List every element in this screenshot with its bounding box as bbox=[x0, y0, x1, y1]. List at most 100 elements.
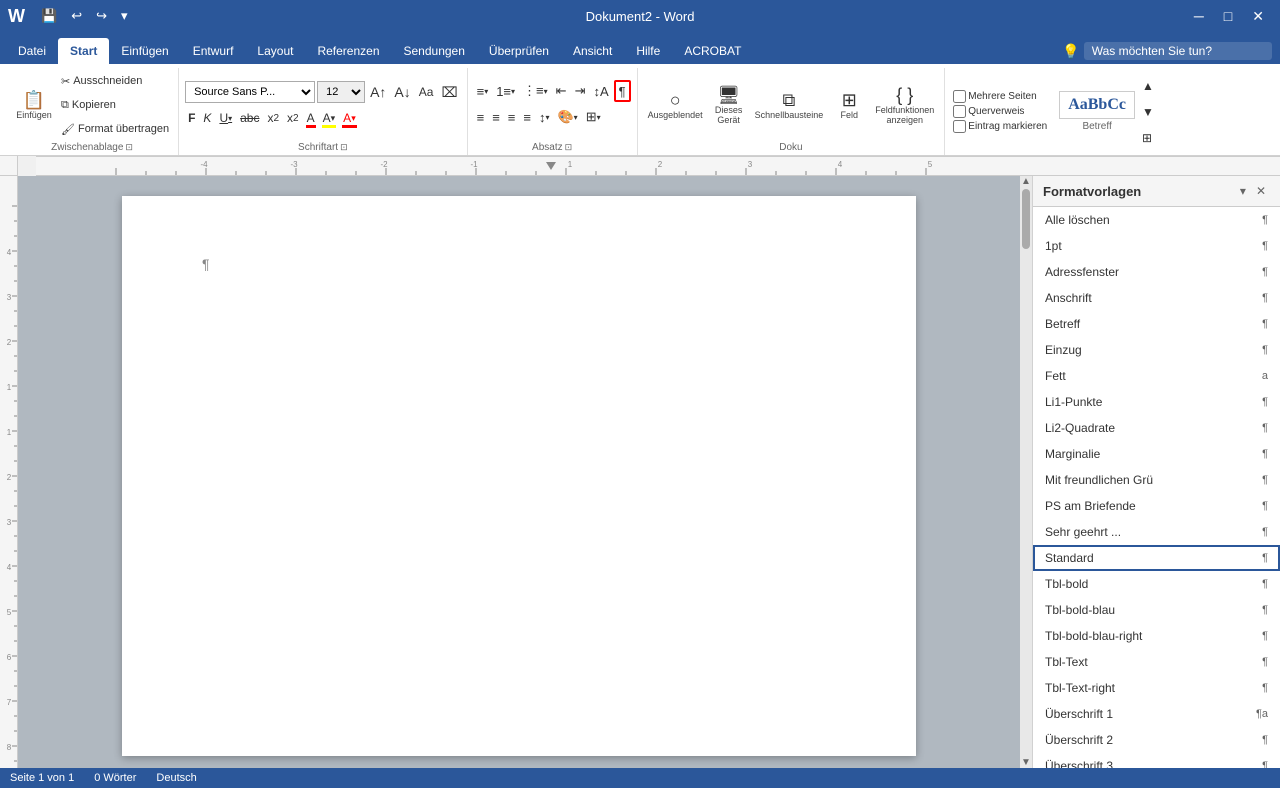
style-item[interactable]: Li1-Punkte¶ bbox=[1033, 389, 1280, 415]
dieses-geraet-button[interactable]: 🖥 DiesesGerät bbox=[711, 84, 747, 127]
save-qat-button[interactable]: 💾 bbox=[37, 6, 61, 26]
scrollbar-track[interactable] bbox=[1020, 187, 1032, 757]
bullets-button[interactable]: ≡▾ bbox=[474, 80, 492, 102]
align-center-button[interactable]: ≡ bbox=[489, 106, 503, 128]
style-item[interactable]: Fetta bbox=[1033, 363, 1280, 389]
close-button[interactable]: ✕ bbox=[1244, 4, 1272, 29]
styles-panel-close[interactable]: ✕ bbox=[1252, 182, 1270, 200]
svg-text:1: 1 bbox=[568, 160, 573, 169]
scroll-up-button[interactable]: ▲ bbox=[1021, 176, 1031, 187]
tab-ueberpruefen[interactable]: Überprüfen bbox=[477, 38, 561, 64]
style-item[interactable]: 1pt¶ bbox=[1033, 233, 1280, 259]
underline-button[interactable]: U▾ bbox=[216, 107, 235, 129]
scroll-down-button[interactable]: ▼ bbox=[1021, 757, 1031, 768]
shading-button[interactable]: 🎨▾ bbox=[554, 106, 580, 128]
bold-button[interactable]: F bbox=[185, 107, 198, 129]
subscript-button[interactable]: x2 bbox=[264, 107, 282, 129]
sort-button[interactable]: ↕A bbox=[590, 80, 611, 102]
format-uebertragen-button[interactable]: 🖌 Format übertragen bbox=[58, 118, 172, 140]
superscript-button[interactable]: x2 bbox=[284, 107, 302, 129]
font-name-select[interactable]: Source Sans P... bbox=[185, 81, 315, 103]
feld-button[interactable]: ⊞ Feld bbox=[831, 89, 867, 122]
style-item[interactable]: Standard¶ bbox=[1033, 545, 1280, 571]
document-canvas[interactable]: ¶ bbox=[18, 176, 1020, 768]
scrollbar-thumb[interactable] bbox=[1022, 189, 1030, 249]
borders-button[interactable]: ⊞▾ bbox=[583, 106, 604, 128]
italic-button[interactable]: K bbox=[200, 107, 214, 129]
querverweis-checkbox[interactable] bbox=[953, 105, 966, 118]
search-bar[interactable]: Was möchten Sie tun? bbox=[1084, 42, 1272, 60]
align-left-button[interactable]: ≡ bbox=[474, 106, 488, 128]
style-item[interactable]: Betreff¶ bbox=[1033, 311, 1280, 337]
align-right-button[interactable]: ≡ bbox=[505, 106, 519, 128]
tab-referenzen[interactable]: Referenzen bbox=[305, 38, 391, 64]
schnellbausteine-button[interactable]: ⧉ Schnellbausteine bbox=[751, 89, 828, 122]
tab-start[interactable]: Start bbox=[58, 38, 109, 64]
style-item[interactable]: Überschrift 2¶ bbox=[1033, 727, 1280, 753]
mehrere-seiten-checkbox[interactable] bbox=[953, 90, 966, 103]
tab-entwurf[interactable]: Entwurf bbox=[181, 38, 246, 64]
style-item[interactable]: Alle löschen¶ bbox=[1033, 207, 1280, 233]
tab-acrobat[interactable]: ACROBAT bbox=[672, 38, 753, 64]
style-item[interactable]: Tbl-Text¶ bbox=[1033, 649, 1280, 675]
style-item[interactable]: Tbl-bold¶ bbox=[1033, 571, 1280, 597]
styles-scroll-down[interactable]: ▼ bbox=[1139, 101, 1157, 123]
paragraph-cursor[interactable]: ¶ bbox=[202, 256, 836, 272]
einfuegen-button[interactable]: 📋 Einfügen bbox=[12, 89, 56, 122]
style-item[interactable]: Anschrift¶ bbox=[1033, 285, 1280, 311]
tab-sendungen[interactable]: Sendungen bbox=[392, 38, 477, 64]
style-item[interactable]: Überschrift 3¶ bbox=[1033, 753, 1280, 768]
styles-scroll-up[interactable]: ▲ bbox=[1139, 75, 1157, 97]
decrease-font-button[interactable]: A↓ bbox=[391, 81, 413, 103]
eintrag-markieren-checkbox[interactable] bbox=[953, 120, 966, 133]
text-color-button[interactable]: A▾ bbox=[340, 107, 359, 129]
style-item[interactable]: Tbl-Text-right¶ bbox=[1033, 675, 1280, 701]
line-spacing-button[interactable]: ↕▾ bbox=[536, 106, 553, 128]
style-item[interactable]: Adressfenster¶ bbox=[1033, 259, 1280, 285]
redo-qat-button[interactable]: ↪ bbox=[92, 6, 111, 26]
ausgeblendet-button[interactable]: ○ Ausgeblendet bbox=[644, 89, 707, 122]
tab-datei[interactable]: Datei bbox=[6, 38, 58, 64]
vertical-scrollbar[interactable]: ▲ ▼ bbox=[1020, 176, 1032, 768]
absatz-expand-icon[interactable]: ⊡ bbox=[565, 142, 573, 153]
font-size-select[interactable]: 12 bbox=[317, 81, 365, 103]
undo-qat-button[interactable]: ↩ bbox=[67, 6, 86, 26]
maximize-button[interactable]: □ bbox=[1216, 4, 1240, 29]
style-item[interactable]: Mit freundlichen Grü¶ bbox=[1033, 467, 1280, 493]
minimize-button[interactable]: ─ bbox=[1186, 4, 1212, 29]
increase-indent-button[interactable]: ⇥ bbox=[572, 80, 589, 102]
show-formatting-button[interactable]: ¶ bbox=[614, 80, 631, 102]
strikethrough-button[interactable]: abc bbox=[237, 107, 262, 129]
copy-icon: ⧉ bbox=[61, 99, 69, 112]
styles-expand[interactable]: ⊞ bbox=[1139, 127, 1157, 149]
document-page[interactable]: ¶ bbox=[122, 196, 916, 756]
style-item[interactable]: PS am Briefende¶ bbox=[1033, 493, 1280, 519]
style-item[interactable]: Tbl-bold-blau¶ bbox=[1033, 597, 1280, 623]
style-item[interactable]: Einzug¶ bbox=[1033, 337, 1280, 363]
tab-layout[interactable]: Layout bbox=[245, 38, 305, 64]
feldfunktionen-button[interactable]: { } Feldfunktionenanzeigen bbox=[871, 84, 938, 127]
highlight-color-button[interactable]: A▾ bbox=[320, 107, 339, 129]
style-item[interactable]: Sehr geehrt ...¶ bbox=[1033, 519, 1280, 545]
kopieren-button[interactable]: ⧉ Kopieren bbox=[58, 94, 172, 116]
ausschneiden-button[interactable]: ✂ Ausschneiden bbox=[58, 70, 172, 92]
style-item[interactable]: Tbl-bold-blau-right¶ bbox=[1033, 623, 1280, 649]
change-case-button[interactable]: Aa bbox=[416, 81, 437, 103]
multilevel-button[interactable]: ⋮≡▾ bbox=[520, 80, 551, 102]
tab-ansicht[interactable]: Ansicht bbox=[561, 38, 624, 64]
increase-font-button[interactable]: A↑ bbox=[367, 81, 389, 103]
decrease-indent-button[interactable]: ⇤ bbox=[553, 80, 570, 102]
font-color-button[interactable]: A bbox=[304, 107, 318, 129]
clipboard-expand-icon[interactable]: ⊡ bbox=[125, 142, 133, 153]
justify-button[interactable]: ≡ bbox=[520, 106, 534, 128]
numbering-button[interactable]: 1≡▾ bbox=[493, 80, 518, 102]
qat-dropdown-button[interactable]: ▾ bbox=[117, 6, 132, 26]
style-item[interactable]: Überschrift 1¶a bbox=[1033, 701, 1280, 727]
tab-hilfe[interactable]: Hilfe bbox=[624, 38, 672, 64]
style-item[interactable]: Li2-Quadrate¶ bbox=[1033, 415, 1280, 441]
clear-format-button[interactable]: ⌧ bbox=[438, 81, 460, 103]
font-expand-icon[interactable]: ⊡ bbox=[340, 142, 348, 153]
styles-panel-dropdown[interactable]: ▾ bbox=[1236, 182, 1250, 200]
tab-einfuegen[interactable]: Einfügen bbox=[109, 38, 180, 64]
style-item[interactable]: Marginalie¶ bbox=[1033, 441, 1280, 467]
